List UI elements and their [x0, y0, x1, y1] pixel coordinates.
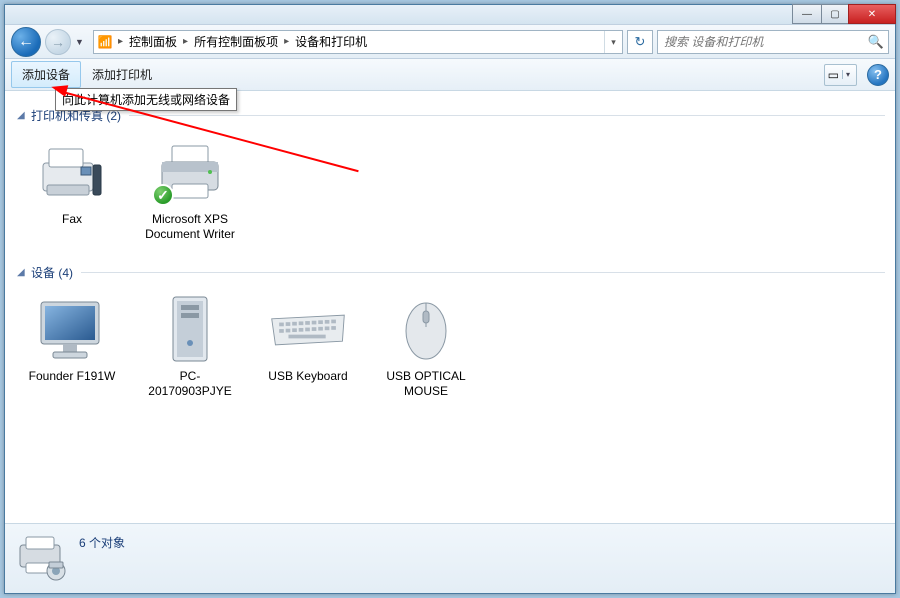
device-label: USB Keyboard — [268, 369, 347, 384]
close-button[interactable]: ✕ — [848, 4, 896, 24]
toolbar-right: ▭ ▾ ? — [824, 64, 889, 86]
computer-tower-icon — [150, 295, 230, 365]
monitor-icon — [32, 295, 112, 365]
details-pane: 6 个对象 — [5, 523, 895, 593]
view-options-button[interactable]: ▭ ▾ — [824, 64, 857, 86]
device-label: Microsoft XPS Document Writer — [141, 212, 239, 242]
navigation-bar: ← → ▼ 📶 ▸ 控制面板 ▸ 所有控制面板项 ▸ 设备和打印机 ▾ ↻ 🔍 — [5, 25, 895, 59]
keyboard-icon — [268, 295, 348, 365]
breadcrumb-sep[interactable]: ▸ — [181, 36, 190, 47]
device-label: USB OPTICAL MOUSE — [377, 369, 475, 399]
mouse-icon — [386, 295, 466, 365]
device-item-mouse[interactable]: USB OPTICAL MOUSE — [375, 287, 477, 407]
device-label: Founder F191W — [29, 369, 116, 384]
fax-icon — [32, 138, 112, 208]
titlebar: — ▢ ✕ — [5, 5, 895, 25]
search-input[interactable] — [658, 35, 864, 49]
group-divider — [81, 272, 885, 273]
devices-items: Founder F191W PC-20170903PJYE — [15, 287, 885, 407]
minimize-button[interactable]: — — [792, 4, 822, 24]
refresh-icon: ↻ — [635, 34, 646, 50]
address-bar[interactable]: 📶 ▸ 控制面板 ▸ 所有控制面板项 ▸ 设备和打印机 ▾ — [93, 30, 623, 54]
location-icon: 📶 — [94, 35, 116, 49]
device-label: Fax — [62, 212, 82, 227]
refresh-button[interactable]: ↻ — [627, 30, 653, 54]
add-device-button[interactable]: 添加设备 — [11, 61, 81, 88]
address-dropdown[interactable]: ▾ — [604, 31, 622, 53]
maximize-button[interactable]: ▢ — [821, 4, 849, 24]
content-area: ◢ 打印机和传真 (2) Fax — [5, 91, 895, 523]
breadcrumb-sep[interactable]: ▸ — [282, 36, 291, 47]
nav-forward-button[interactable]: → — [45, 29, 71, 55]
device-label: PC-20170903PJYE — [141, 369, 239, 399]
chevron-down-icon: ▾ — [842, 70, 853, 79]
group-header-devices[interactable]: ◢ 设备 (4) — [17, 264, 885, 281]
object-count-label: 6 个对象 — [79, 530, 125, 551]
device-item-pc[interactable]: PC-20170903PJYE — [139, 287, 241, 407]
breadcrumb-sep[interactable]: ▸ — [116, 36, 125, 47]
back-arrow-icon: ← — [18, 33, 34, 51]
breadcrumb-item-control-panel[interactable]: 控制面板 — [125, 33, 181, 50]
device-item-monitor[interactable]: Founder F191W — [21, 287, 123, 407]
search-icon[interactable]: 🔍 — [864, 34, 888, 50]
printers-items: Fax ✓ Microsoft XPS Document Writer — [15, 130, 885, 250]
help-icon: ? — [874, 67, 882, 82]
details-pane-icon — [15, 530, 71, 586]
nav-history-dropdown[interactable]: ▼ — [75, 37, 89, 47]
device-item-fax[interactable]: Fax — [21, 130, 123, 250]
breadcrumb-item-all-items[interactable]: 所有控制面板项 — [190, 33, 282, 50]
nav-back-button[interactable]: ← — [11, 27, 41, 57]
command-bar: 添加设备 添加打印机 向此计算机添加无线或网络设备 ▭ ▾ ? — [5, 59, 895, 91]
add-printer-button[interactable]: 添加打印机 — [81, 61, 163, 88]
device-item-xps-writer[interactable]: ✓ Microsoft XPS Document Writer — [139, 130, 241, 250]
help-button[interactable]: ? — [867, 64, 889, 86]
device-item-keyboard[interactable]: USB Keyboard — [257, 287, 359, 407]
tooltip: 向此计算机添加无线或网络设备 — [55, 88, 237, 111]
explorer-window: — ▢ ✕ ← → ▼ 📶 ▸ 控制面板 ▸ 所有控制面板项 ▸ 设备和打印机 … — [4, 4, 896, 594]
default-check-icon: ✓ — [152, 184, 174, 206]
group-title: 设备 (4) — [31, 264, 73, 281]
search-box[interactable]: 🔍 — [657, 30, 889, 54]
collapse-icon: ◢ — [17, 110, 27, 121]
window-controls: — ▢ ✕ — [793, 4, 896, 24]
breadcrumb-item-devices-printers[interactable]: 设备和打印机 — [291, 33, 371, 50]
printer-icon: ✓ — [150, 138, 230, 208]
view-icon: ▭ — [828, 68, 839, 82]
collapse-icon: ◢ — [17, 267, 27, 278]
forward-arrow-icon: → — [51, 34, 65, 50]
group-divider — [129, 115, 885, 116]
